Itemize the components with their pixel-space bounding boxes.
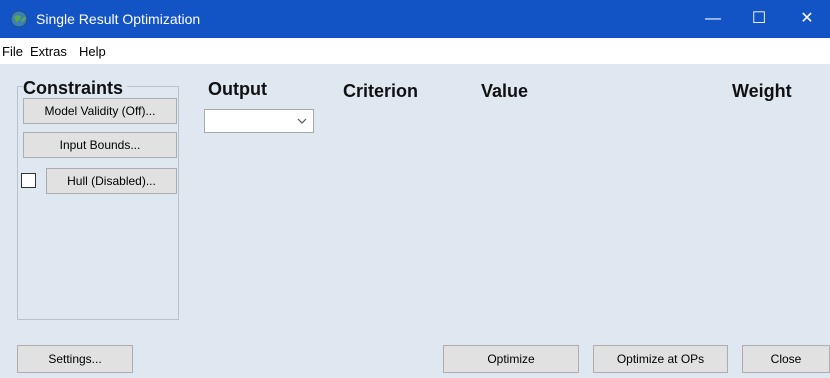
model-validity-button[interactable]: Model Validity (Off)...: [23, 98, 177, 124]
close-window-button[interactable]: ✕: [784, 0, 830, 38]
optimize-at-ops-button[interactable]: Optimize at OPs: [593, 345, 728, 373]
value-header: Value: [481, 81, 529, 101]
hull-checkbox[interactable]: [21, 173, 36, 188]
hull-button[interactable]: Hull (Disabled)...: [46, 168, 177, 194]
output-header: Output: [208, 79, 267, 99]
weight-header: Weight: [732, 81, 792, 101]
main-content: Constraints Model Validity (Off)... Inpu…: [0, 64, 830, 378]
menu-file[interactable]: File: [2, 44, 23, 60]
chevron-down-icon[interactable]: [295, 112, 309, 130]
globe-icon: [10, 10, 28, 28]
close-button[interactable]: Close: [742, 345, 830, 373]
title-bar: Single Result Optimization — ☐ ✕: [0, 0, 830, 38]
optimize-button[interactable]: Optimize: [443, 345, 579, 373]
menu-extras[interactable]: Extras: [30, 44, 67, 60]
menu-help[interactable]: Help: [79, 44, 106, 60]
output-select[interactable]: [204, 109, 314, 133]
menu-bar: File Extras Help: [0, 38, 830, 64]
minimize-button[interactable]: —: [690, 0, 736, 38]
criterion-header: Criterion: [343, 81, 419, 101]
input-bounds-button[interactable]: Input Bounds...: [23, 132, 177, 158]
maximize-button[interactable]: ☐: [736, 0, 782, 38]
constraints-title: Constraints: [23, 78, 128, 98]
window-title: Single Result Optimization: [36, 11, 201, 27]
settings-button[interactable]: Settings...: [17, 345, 133, 373]
